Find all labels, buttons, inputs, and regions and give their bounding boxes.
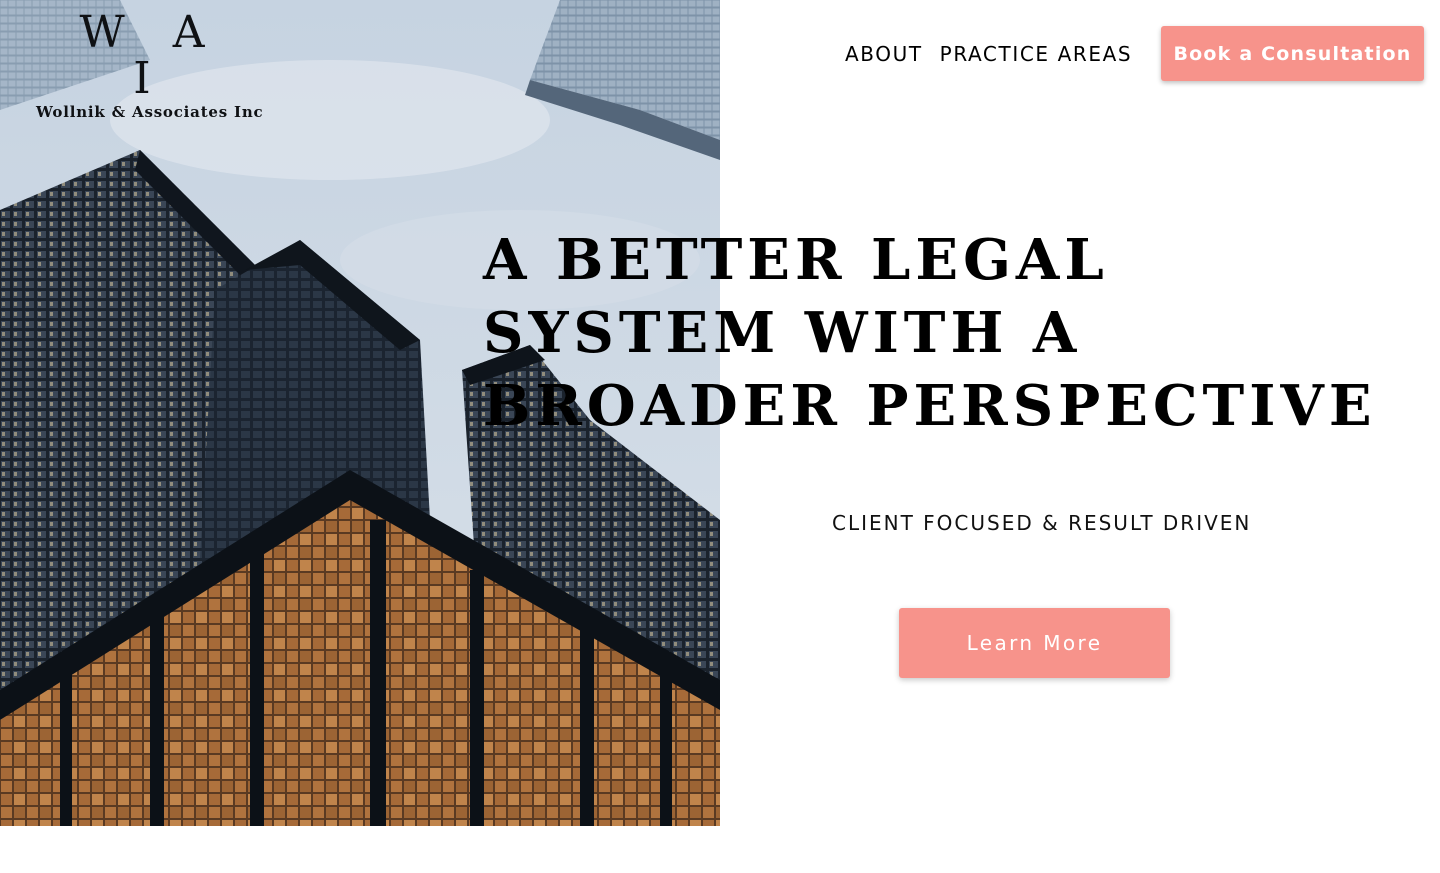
- hero-tagline: CLIENT FOCUSED & RESULT DRIVEN: [832, 511, 1252, 535]
- hero-headline-line: SYSTEM WITH A: [483, 300, 1082, 366]
- book-consultation-button[interactable]: Book a Consultation: [1161, 26, 1424, 81]
- hero-headline-line: A BETTER LEGAL: [483, 227, 1109, 293]
- logo-company-name: Wollnik & Associates Inc: [36, 103, 264, 121]
- hero-headline: A BETTER LEGAL SYSTEM WITH A BROADER PER…: [483, 224, 1403, 443]
- learn-more-button[interactable]: Learn More: [899, 608, 1170, 678]
- nav-link-practice-areas[interactable]: PRACTICE AREAS: [940, 42, 1133, 66]
- logo-monogram: W A I: [79, 7, 222, 104]
- main-nav: ABOUT PRACTICE AREAS: [845, 42, 1132, 66]
- site-logo[interactable]: W A I Wollnik & Associates Inc: [36, 7, 264, 122]
- hero-headline-line: BROADER PERSPECTIVE: [483, 373, 1377, 439]
- nav-link-about[interactable]: ABOUT: [845, 42, 923, 66]
